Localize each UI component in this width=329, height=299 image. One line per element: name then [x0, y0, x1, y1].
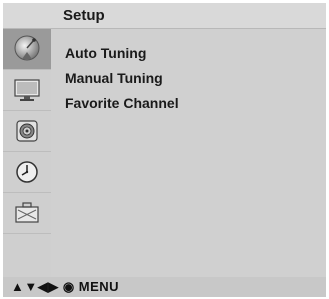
monitor-icon: [12, 77, 42, 103]
category-sidebar: [3, 29, 51, 277]
sidebar-item-option[interactable]: [3, 193, 51, 234]
menu-item-manual-tuning[interactable]: Manual Tuning: [65, 70, 163, 86]
menu-content: Auto Tuning Manual Tuning Favorite Chann…: [51, 29, 326, 277]
satellite-dish-icon: [12, 34, 42, 64]
menu-item-favorite-channel[interactable]: Favorite Channel: [65, 95, 179, 111]
osd-frame: Setup Auto Tuning Manual Tuning Favorite…: [0, 0, 329, 299]
sidebar-item-audio[interactable]: [3, 111, 51, 152]
sidebar-item-time[interactable]: [3, 152, 51, 193]
toolbox-icon: [12, 200, 42, 226]
navigation-hint: ▲▼◀▶ ◉ MENU: [11, 279, 120, 294]
navigation-footer: ▲▼◀▶ ◉ MENU: [3, 277, 326, 297]
sidebar-empty-slot: [3, 234, 51, 277]
sidebar-item-picture[interactable]: [3, 70, 51, 111]
speaker-icon: [12, 116, 42, 146]
clock-icon: [12, 157, 42, 187]
sidebar-item-setup[interactable]: [3, 29, 51, 70]
setup-menu-panel: Setup Auto Tuning Manual Tuning Favorite…: [3, 3, 326, 277]
menu-item-auto-tuning[interactable]: Auto Tuning: [65, 45, 146, 61]
menu-title: Setup: [63, 7, 105, 24]
title-bar: Setup: [3, 3, 326, 29]
